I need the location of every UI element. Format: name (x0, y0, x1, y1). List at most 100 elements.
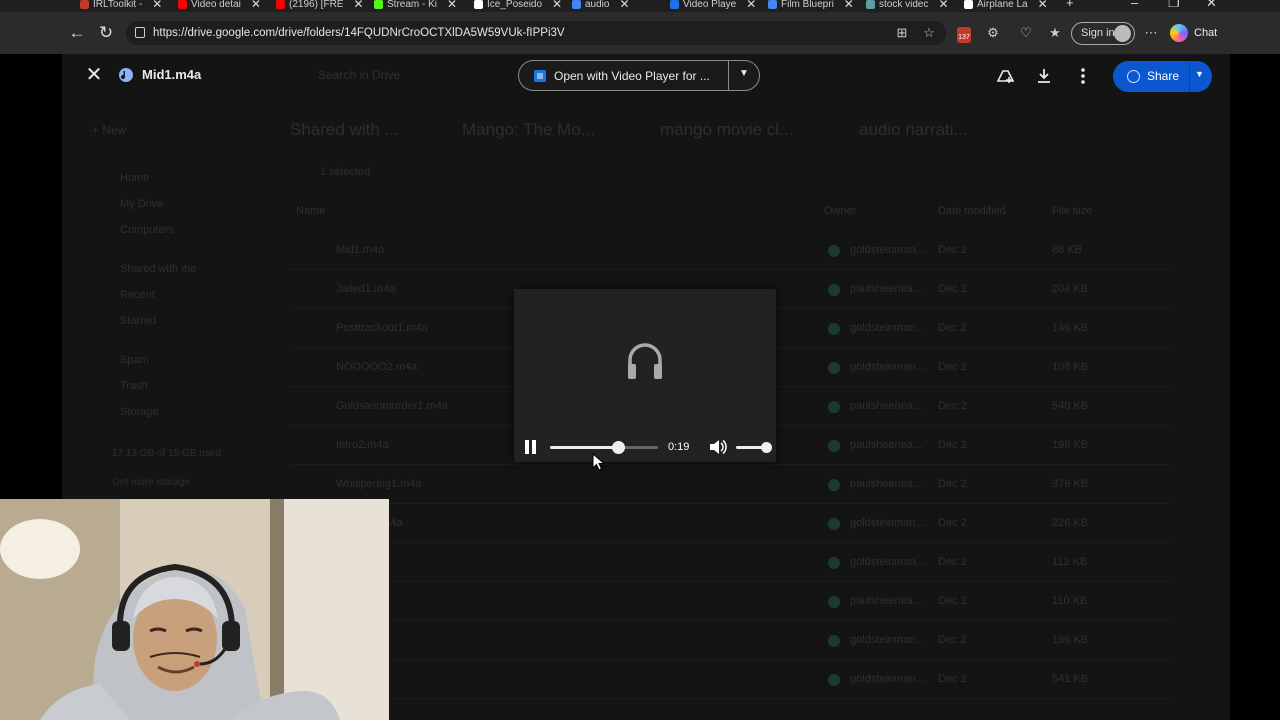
volume-icon[interactable] (709, 439, 727, 455)
browser-tab[interactable]: Video detai ✕ (178, 0, 261, 12)
seek-handle[interactable] (612, 441, 626, 454)
column-header: Date modified (938, 205, 1006, 217)
app-install-icon[interactable]: ⊞ (894, 25, 910, 41)
tab-close-icon[interactable]: ✕ (619, 0, 629, 11)
sidebar-item: Shared with me (120, 263, 197, 275)
new-button: + New (92, 123, 127, 137)
sign-in-button[interactable]: Sign in (1071, 22, 1135, 45)
volume-slider[interactable] (736, 442, 772, 453)
tab-close-icon[interactable]: ✕ (844, 0, 854, 11)
download-icon[interactable] (1034, 66, 1054, 86)
file-row-date: Dec 2 (938, 478, 967, 490)
file-row-size: 226 KB (1052, 517, 1089, 529)
tab-close-icon[interactable]: ✕ (552, 0, 562, 11)
owner-avatar (828, 518, 840, 530)
file-row-name: Goldsteinmurder1.m4a (336, 400, 448, 412)
browser-tab[interactable]: (2196) [FRE ✕ (276, 0, 364, 12)
favorite-star-icon[interactable]: ☆ (921, 25, 937, 41)
open-with-button[interactable]: Open with Video Player for ... ▼ (518, 60, 760, 91)
column-header: Owner (824, 205, 857, 217)
extension-badge-icon[interactable]: 137 (957, 27, 971, 43)
url-field[interactable]: https://drive.google.com/drive/folders/1… (126, 21, 946, 45)
browser-tab[interactable]: audio ✕ (572, 0, 630, 12)
reload-icon[interactable]: ↻ (95, 22, 117, 44)
file-row-date: Dec 2 (938, 283, 967, 295)
new-tab-icon[interactable]: + (1066, 0, 1074, 10)
browser-essentials-icon[interactable]: ♡ (1018, 25, 1034, 41)
copilot-chat-button[interactable]: Chat (1170, 24, 1217, 42)
add-to-drive-icon[interactable] (995, 66, 1015, 86)
file-row-owner: goldsteinman... (850, 517, 925, 529)
file-row-name: Intro2.m4a (336, 439, 389, 451)
column-header: File size (1052, 205, 1093, 217)
browser-tab[interactable]: Stream - Ki ✕ (374, 0, 457, 12)
volume-handle[interactable] (761, 442, 772, 453)
file-row-size: 110 KB (1052, 595, 1088, 607)
minimize-icon[interactable]: – (1131, 0, 1138, 10)
tab-close-icon[interactable]: ✕ (152, 0, 162, 11)
file-row-owner: paulsheenea... (850, 478, 923, 490)
tab-favicon-icon (178, 0, 187, 9)
tab-close-icon[interactable]: ✕ (353, 0, 363, 11)
browser-tab[interactable]: stock videc ✕ (866, 0, 949, 12)
share-divider (1189, 61, 1190, 92)
browser-tab[interactable]: Video Playe ✕ (670, 0, 756, 12)
browser-tab[interactable]: IRLToolkit - ✕ (80, 0, 162, 12)
tab-close-icon[interactable]: ✕ (746, 0, 756, 11)
tab-favicon-icon (80, 0, 89, 9)
breadcrumb-item: Shared with ... (290, 120, 399, 139)
file-row-date: Dec 2 (938, 244, 967, 256)
webcam-overlay-image (0, 499, 389, 720)
file-row-date: Dec 2 (938, 322, 967, 334)
owner-avatar (828, 557, 840, 569)
file-row-size: 376 KB (1052, 478, 1089, 490)
share-dropdown-icon[interactable]: ▼ (1195, 69, 1204, 79)
share-button[interactable]: Share ▼ (1113, 61, 1212, 92)
file-row-name: Mid1.m4a (336, 244, 385, 256)
storage-text: 17.13 GB of 15 GB used (112, 448, 221, 459)
tab-favicon-icon (670, 0, 679, 9)
open-with-dropdown-icon[interactable]: ▼ (739, 68, 749, 79)
browser-tab-strip: – ❐ ✕ + IRLToolkit - ✕ Video detai ✕ (2196) … (0, 0, 1280, 12)
browser-tab[interactable]: Ice_Poseido ✕ (474, 0, 562, 12)
tab-close-icon[interactable]: ✕ (938, 0, 948, 11)
row-divider (290, 503, 1170, 504)
browser-tab[interactable]: Airplane La ✕ (964, 0, 1048, 12)
current-time: 0:19 (668, 441, 690, 453)
lock-icon (135, 27, 145, 38)
tab-label: Video Playe (683, 0, 737, 10)
owner-avatar (828, 284, 840, 296)
close-window-icon[interactable]: ✕ (1206, 0, 1217, 11)
file-row-owner: goldsteinman... (850, 322, 925, 334)
tab-close-icon[interactable]: ✕ (1038, 0, 1048, 11)
tab-favicon-icon (866, 0, 875, 9)
tab-close-icon[interactable]: ✕ (251, 0, 261, 11)
file-row-date: Dec 2 (938, 517, 967, 529)
file-row-date: Dec 2 (938, 634, 967, 646)
restore-icon[interactable]: ❐ (1168, 0, 1180, 11)
extensions-icon[interactable]: ⚙ (985, 25, 1001, 41)
extension-badge-count: 137 (958, 34, 970, 41)
owner-avatar (828, 479, 840, 491)
search-box: Search in Drive (318, 68, 401, 82)
file-row-size: 108 KB (1052, 361, 1089, 373)
more-actions-icon[interactable] (1073, 66, 1093, 86)
pause-button[interactable] (525, 440, 537, 454)
back-icon[interactable]: ← (66, 22, 88, 44)
owner-avatar (828, 635, 840, 647)
file-row-owner: goldsteinman... (850, 673, 925, 685)
owner-avatar (828, 362, 840, 374)
close-viewer-icon[interactable]: ✕ (83, 64, 105, 86)
file-row-owner: goldsteinman... (850, 244, 925, 256)
tab-close-icon[interactable]: ✕ (447, 0, 457, 11)
sidebar-item: Computers (120, 224, 174, 236)
file-row-name: Jailed1.m4a (336, 283, 396, 295)
more-menu-icon[interactable]: ⋯ (1143, 25, 1159, 41)
browser-tab[interactable]: Film Bluepri ✕ (768, 0, 854, 12)
file-row-date: Dec 2 (938, 595, 967, 607)
tab-label: stock videc (879, 0, 929, 10)
tab-favicon-icon (964, 0, 973, 9)
seek-slider[interactable] (550, 441, 658, 454)
video-player-app-icon (534, 70, 546, 82)
favorites-icon[interactable]: ★ (1047, 25, 1063, 41)
